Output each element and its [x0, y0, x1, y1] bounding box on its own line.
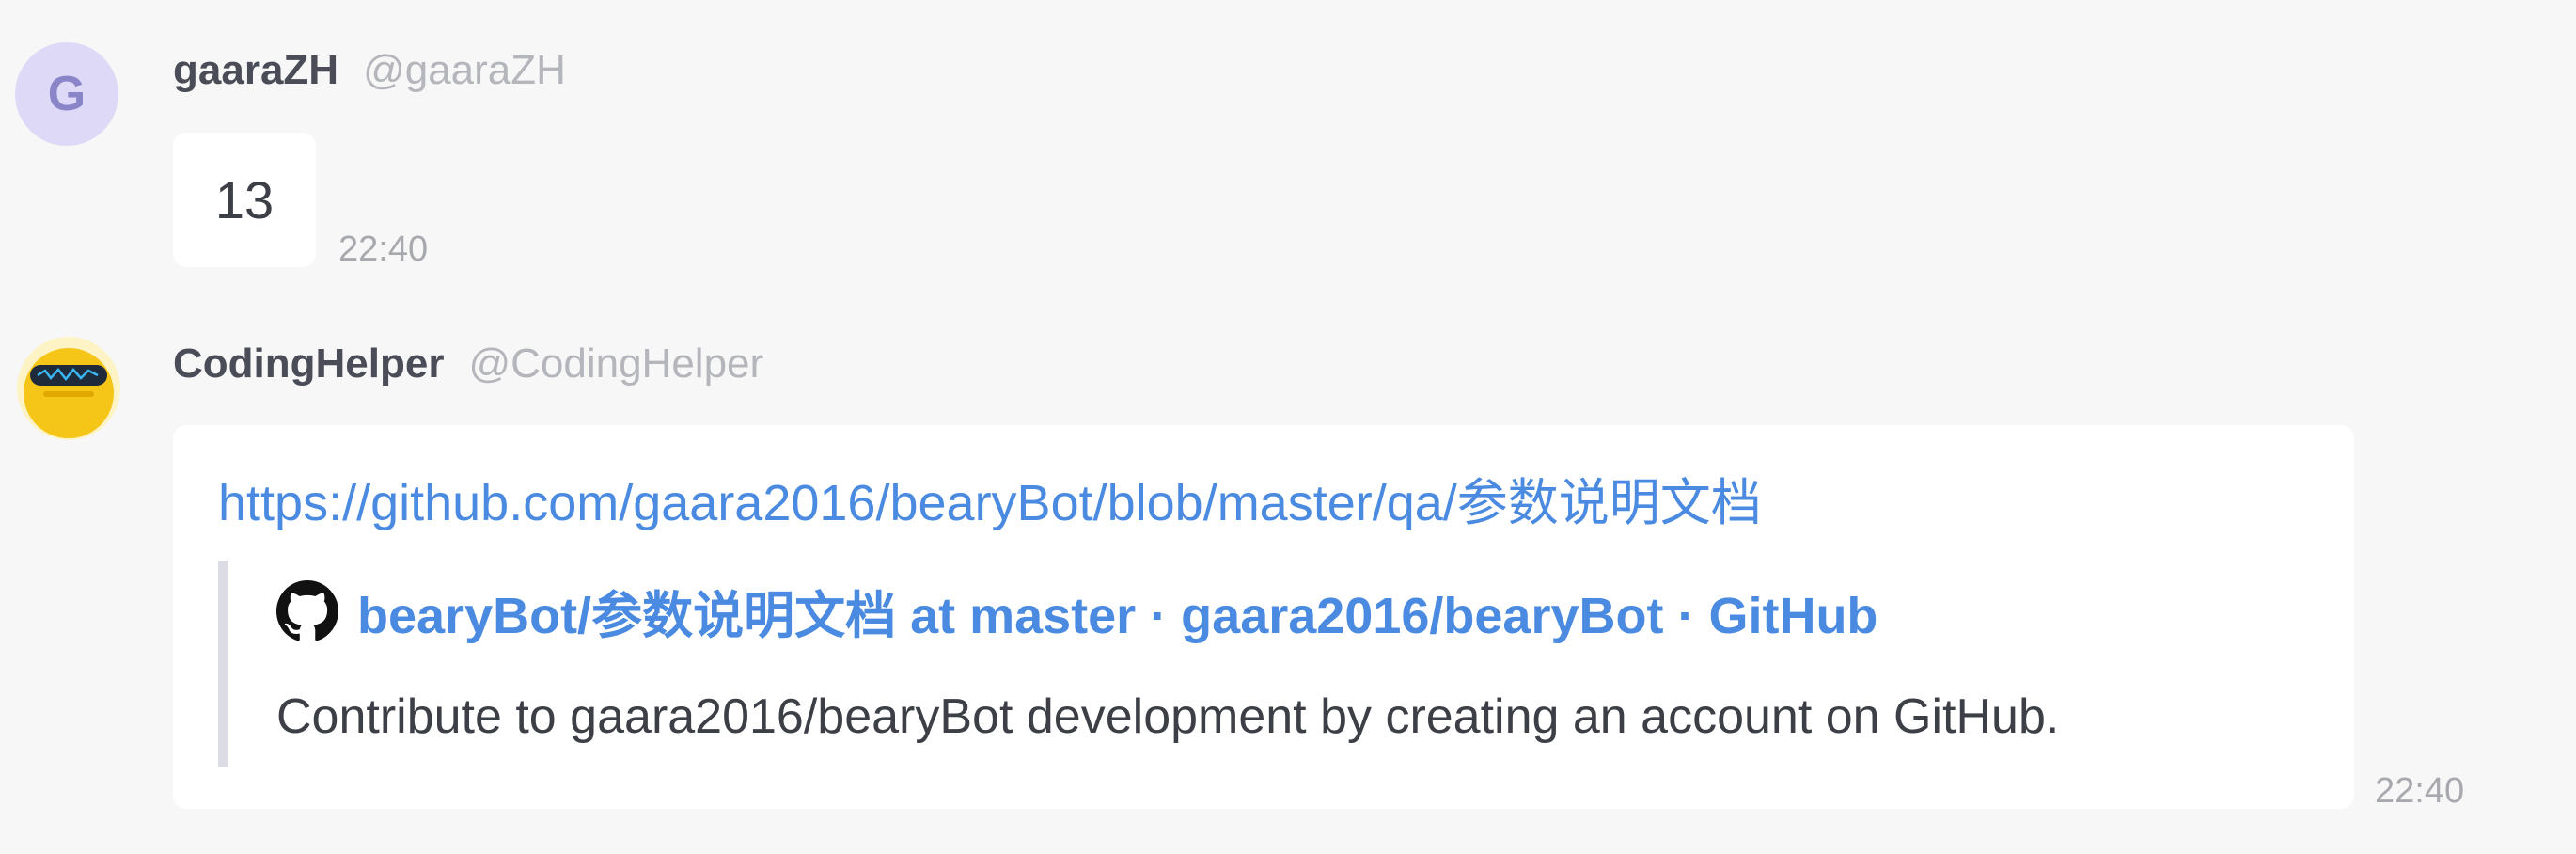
avatar[interactable]: G: [15, 42, 118, 146]
user-handle: @gaaraZH: [363, 47, 566, 93]
user-name[interactable]: gaaraZH: [173, 47, 338, 94]
message-bubble[interactable]: 13: [173, 133, 316, 267]
chat-message-list: G gaaraZH @gaaraZH 13 22:40 CodingHelper…: [0, 0, 2576, 854]
bot-avatar[interactable]: [17, 337, 120, 440]
message-header: CodingHelper @CodingHelper: [173, 340, 763, 387]
user-handle: @CodingHelper: [468, 340, 764, 387]
github-icon: [276, 579, 338, 640]
avatar-letter: G: [47, 67, 86, 121]
message-header: gaaraZH @gaaraZH: [173, 47, 566, 94]
link-preview: bearyBot/参数说明文档 at master · gaara2016/be…: [218, 561, 2296, 767]
message-link[interactable]: https://github.com/gaara2016/bearyBot/bl…: [218, 461, 1762, 535]
user-name[interactable]: CodingHelper: [173, 340, 444, 387]
link-preview-title-text: bearyBot/参数说明文档 at master · gaara2016/be…: [357, 588, 1878, 644]
message-timestamp: 22:40: [2375, 771, 2465, 811]
link-preview-title[interactable]: bearyBot/参数说明文档 at master · gaara2016/be…: [276, 574, 1877, 648]
link-preview-description: Contribute to gaara2016/bearyBot develop…: [276, 689, 2060, 744]
bot-avatar-icon: [17, 337, 120, 440]
message-bubble: https://github.com/gaara2016/bearyBot/bl…: [173, 425, 2354, 809]
message-timestamp: 22:40: [338, 229, 429, 269]
message-text: 13: [214, 170, 275, 229]
